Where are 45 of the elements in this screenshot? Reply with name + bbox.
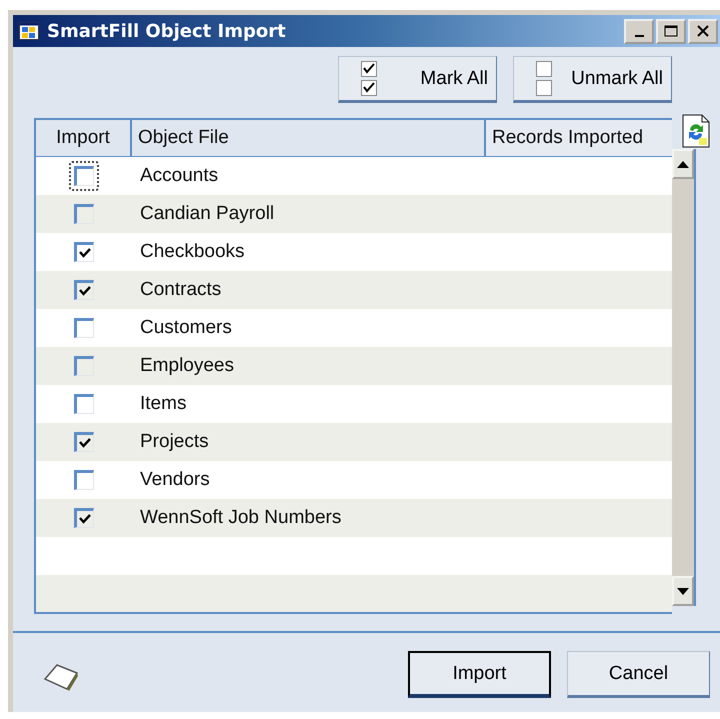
refresh-icon[interactable] bbox=[682, 114, 710, 148]
checked-boxes-icon bbox=[361, 60, 377, 96]
check-icon bbox=[78, 284, 92, 298]
maximize-icon bbox=[664, 25, 678, 37]
empty-boxes-icon bbox=[536, 60, 552, 96]
checkbox[interactable] bbox=[74, 280, 94, 300]
import-button[interactable]: Import bbox=[408, 651, 551, 698]
table-cell-text: Accounts bbox=[139, 165, 220, 187]
unmark-all-button[interactable]: Unmark All bbox=[513, 56, 672, 103]
minimize-icon bbox=[634, 34, 644, 36]
checkbox[interactable] bbox=[74, 432, 94, 452]
scroll-down-button[interactable] bbox=[672, 576, 694, 606]
table-cell-text: Customers bbox=[139, 317, 233, 339]
table-cell-text: Candian Payroll bbox=[139, 203, 276, 225]
close-button[interactable] bbox=[688, 18, 718, 44]
window-title: SmartFill Object Import bbox=[47, 20, 287, 42]
mark-all-button[interactable]: Mark All bbox=[338, 56, 497, 103]
check-icon bbox=[78, 436, 92, 450]
checkbox[interactable] bbox=[74, 356, 94, 376]
checkbox[interactable] bbox=[74, 204, 94, 224]
table-cell-text: Employees bbox=[139, 355, 235, 377]
table-cell-text: Contracts bbox=[139, 279, 222, 301]
check-icon bbox=[78, 512, 92, 526]
table-cell-text: Checkbooks bbox=[139, 241, 246, 263]
table-cell-text: Items bbox=[139, 393, 188, 415]
checkbox[interactable] bbox=[74, 508, 94, 528]
close-icon bbox=[696, 25, 710, 37]
minimize-button[interactable] bbox=[624, 18, 654, 44]
scrollbar[interactable] bbox=[672, 149, 696, 606]
cancel-button[interactable]: Cancel bbox=[567, 651, 710, 698]
maximize-button[interactable] bbox=[656, 18, 686, 44]
checkbox[interactable] bbox=[74, 242, 94, 262]
table-cell-text: Vendors bbox=[139, 469, 211, 491]
table-cell-text: WennSoft Job Numbers bbox=[139, 507, 342, 529]
window-icon bbox=[19, 22, 39, 40]
down-arrow-icon bbox=[677, 588, 689, 594]
scroll-up-button[interactable] bbox=[672, 149, 694, 179]
checkbox[interactable] bbox=[74, 470, 94, 490]
checkbox[interactable] bbox=[74, 166, 94, 186]
check-icon bbox=[78, 246, 92, 260]
table-cell-text: Projects bbox=[139, 431, 210, 453]
checkbox[interactable] bbox=[74, 394, 94, 414]
checkbox[interactable] bbox=[74, 318, 94, 338]
column-header[interactable]: Records Imported bbox=[486, 120, 672, 156]
up-arrow-icon bbox=[677, 160, 689, 168]
